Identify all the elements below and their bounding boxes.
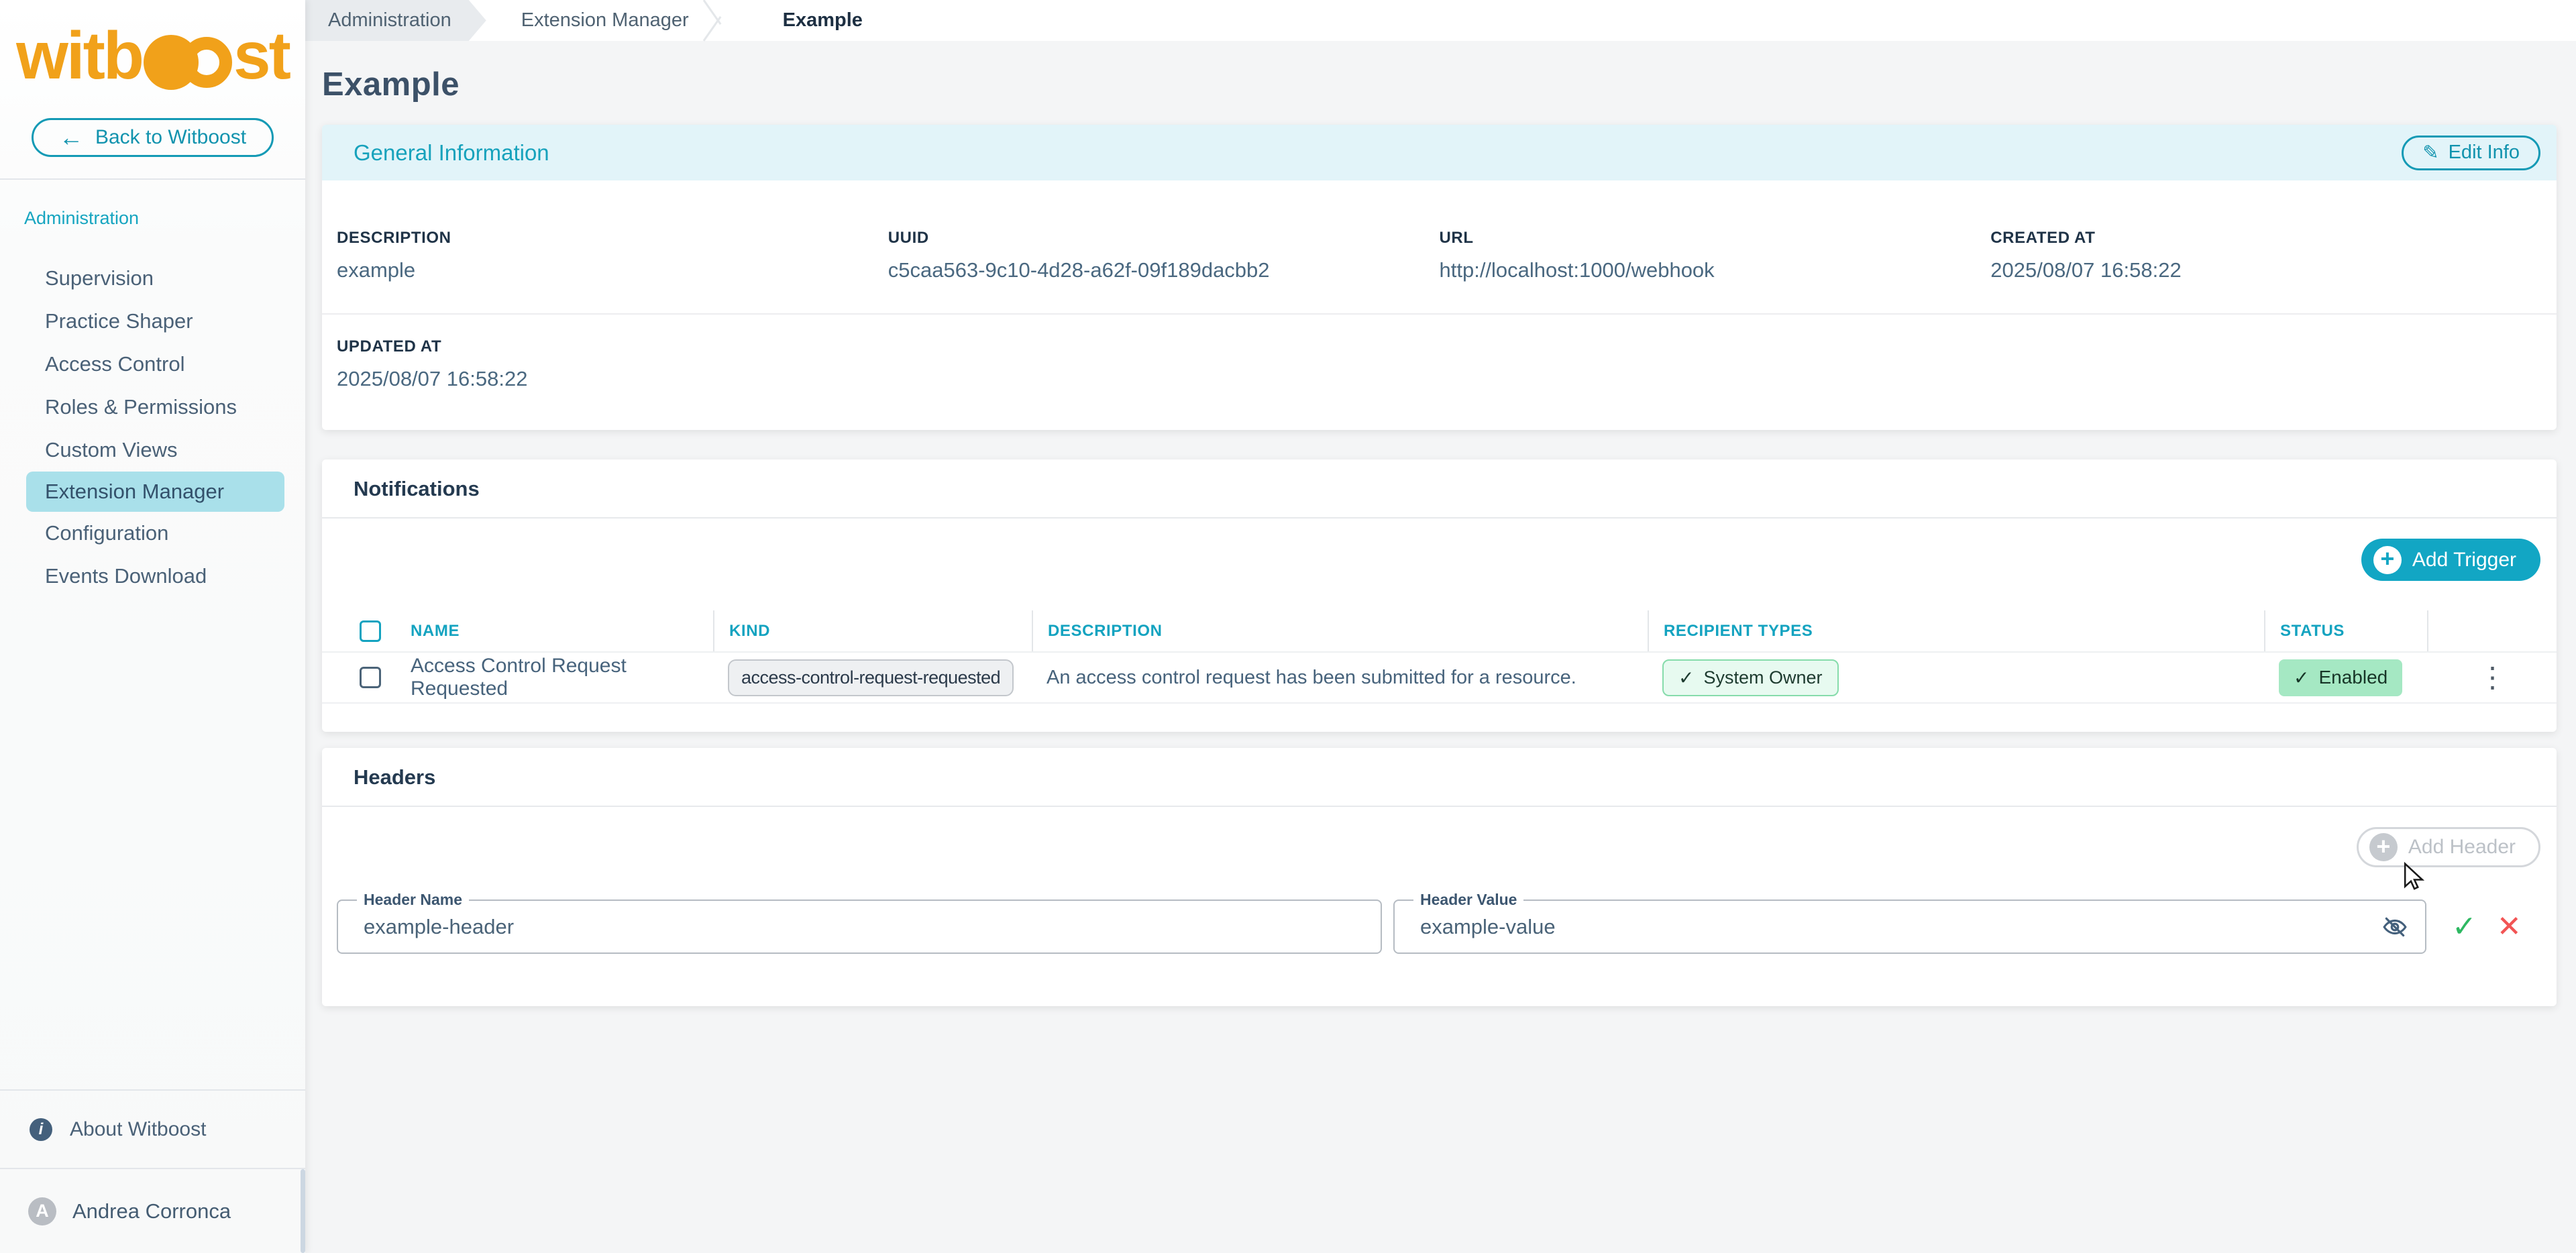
general-information-title: General Information	[354, 140, 549, 166]
about-witboost-button[interactable]: i About Witboost	[0, 1089, 305, 1168]
field-label: CREATED AT	[1990, 229, 2542, 248]
logo-text-left: witb	[16, 17, 142, 95]
table-header-row: NAME KIND DESCRIPTION RECIPIENT TYPES ST…	[322, 610, 2557, 651]
logo-circles-icon	[144, 35, 232, 90]
plus-icon: +	[2373, 546, 2402, 574]
main-area: Administration Extension Manager Example…	[305, 0, 2576, 1253]
column-header-kind[interactable]: KIND	[713, 610, 1032, 651]
sidebar: witb st ← Back to Witboost Administratio…	[0, 0, 305, 1253]
sidebar-item-roles-permissions[interactable]: Roles & Permissions	[0, 386, 305, 429]
row-actions-kebab-icon[interactable]: ⋮	[2479, 663, 2507, 692]
field-label: URL	[1440, 229, 1991, 248]
field-uuid: UUID c5caa563-9c10-4d28-a62f-09f189dacbb…	[888, 229, 1440, 282]
field-label: UUID	[888, 229, 1440, 248]
header-name-label: Header Name	[357, 891, 469, 909]
notifications-card: Notifications + Add Trigger NAME KIND DE…	[322, 459, 2557, 732]
table-row: Access Control Request Requested access-…	[322, 651, 2557, 704]
sidebar-item-practice-shaper[interactable]: Practice Shaper	[0, 300, 305, 343]
sidebar-item-events-download[interactable]: Events Download	[0, 555, 305, 598]
notifications-title: Notifications	[354, 477, 480, 500]
row-description: An access control request has been submi…	[1032, 653, 1648, 702]
breadcrumb-chevron-icon	[720, 0, 740, 41]
general-information-header: General Information ✎ Edit Info	[322, 125, 2557, 180]
field-value: 2025/08/07 16:58:22	[337, 367, 888, 391]
cancel-header-button[interactable]: ✕	[2497, 912, 2522, 942]
sidebar-scrollbar[interactable]	[301, 1169, 305, 1253]
witboost-logo: witb st	[0, 19, 305, 93]
about-witboost-label: About Witboost	[70, 1118, 206, 1141]
breadcrumb: Administration Extension Manager Example	[305, 0, 2576, 41]
column-header-recipient-types[interactable]: RECIPIENT TYPES	[1648, 610, 2264, 651]
check-icon: ✓	[2294, 667, 2309, 689]
recipient-type-chip: ✓ System Owner	[1662, 659, 1839, 696]
general-information-fields-row-2: UPDATED AT 2025/08/07 16:58:22	[322, 315, 2557, 430]
kind-chip: access-control-request-requested	[728, 659, 1014, 696]
user-name: Andrea Corronca	[72, 1199, 231, 1223]
edit-info-label: Edit Info	[2449, 142, 2520, 164]
plus-icon: +	[2369, 833, 2398, 861]
row-name: Access Control Request Requested	[411, 653, 713, 702]
back-to-witboost-button[interactable]: ← Back to Witboost	[32, 118, 274, 157]
edit-pencil-icon: ✎	[2422, 141, 2438, 164]
sidebar-divider	[0, 178, 305, 180]
status-label: Enabled	[2318, 667, 2387, 688]
sidebar-item-custom-views[interactable]: Custom Views	[0, 429, 305, 472]
breadcrumb-extension-manager[interactable]: Extension Manager	[486, 0, 720, 41]
header-value-label: Header Value	[1413, 891, 1523, 909]
headers-card: Headers + Add Header Header Name Header …	[322, 748, 2557, 1006]
sidebar-section-label: Administration	[24, 208, 305, 229]
header-value-input[interactable]	[1395, 901, 2382, 952]
field-created-at: CREATED AT 2025/08/07 16:58:22	[1990, 229, 2542, 282]
field-value: c5caa563-9c10-4d28-a62f-09f189dacbb2	[888, 258, 1440, 282]
general-information-fields-row-1: DESCRIPTION example UUID c5caa563-9c10-4…	[322, 180, 2557, 282]
status-badge: ✓ Enabled	[2279, 659, 2402, 696]
add-trigger-label: Add Trigger	[2412, 549, 2516, 571]
toggle-visibility-button[interactable]	[2382, 914, 2408, 940]
user-menu[interactable]: A Andrea Corronca	[0, 1168, 305, 1253]
row-checkbox[interactable]	[360, 667, 381, 688]
sidebar-item-access-control[interactable]: Access Control	[0, 343, 305, 386]
header-value-field-wrap: Header Value	[1393, 900, 2426, 954]
field-updated-at: UPDATED AT 2025/08/07 16:58:22	[337, 337, 888, 391]
confirm-header-button[interactable]: ✓	[2452, 912, 2477, 942]
avatar: A	[28, 1197, 56, 1225]
add-header-label: Add Header	[2408, 836, 2516, 859]
field-value: example	[337, 258, 888, 282]
back-arrow-icon: ←	[59, 125, 83, 150]
header-name-field-wrap: Header Name	[337, 900, 1382, 954]
column-header-name[interactable]: NAME	[411, 610, 713, 651]
recipient-type-label: System Owner	[1703, 667, 1822, 688]
notifications-table: NAME KIND DESCRIPTION RECIPIENT TYPES ST…	[322, 610, 2557, 704]
page-content: Example General Information ✎ Edit Info …	[305, 66, 2576, 1006]
edit-info-button[interactable]: ✎ Edit Info	[2402, 135, 2540, 170]
breadcrumb-example: Example	[740, 0, 883, 41]
breadcrumb-administration[interactable]: Administration	[305, 0, 486, 41]
sidebar-item-configuration[interactable]: Configuration	[0, 512, 305, 555]
header-edit-row: Header Name Header Value ✓ ✕	[337, 900, 2542, 954]
headers-title: Headers	[354, 765, 435, 789]
field-label: DESCRIPTION	[337, 229, 888, 248]
field-value: 2025/08/07 16:58:22	[1990, 258, 2542, 282]
sidebar-item-extension-manager[interactable]: Extension Manager	[26, 472, 284, 512]
info-icon: i	[30, 1118, 52, 1141]
field-value: http://localhost:1000/webhook	[1440, 258, 1991, 282]
back-button-label: Back to Witboost	[95, 126, 246, 149]
field-label: UPDATED AT	[337, 337, 888, 356]
header-name-input[interactable]	[338, 901, 1381, 952]
sidebar-item-supervision[interactable]: Supervision	[0, 257, 305, 300]
select-all-checkbox[interactable]	[360, 620, 381, 642]
eye-off-icon	[2382, 914, 2408, 940]
add-header-button[interactable]: + Add Header	[2357, 827, 2540, 867]
general-information-card: General Information ✎ Edit Info DESCRIPT…	[322, 125, 2557, 430]
logo-text-right: st	[233, 17, 289, 95]
column-header-description[interactable]: DESCRIPTION	[1032, 610, 1648, 651]
field-url: URL http://localhost:1000/webhook	[1440, 229, 1991, 282]
check-icon: ✓	[1678, 667, 1694, 689]
page-title: Example	[322, 66, 2557, 103]
field-description: DESCRIPTION example	[337, 229, 888, 282]
column-header-status[interactable]: STATUS	[2264, 610, 2428, 651]
add-trigger-button[interactable]: + Add Trigger	[2361, 539, 2540, 581]
sidebar-nav: Supervision Practice Shaper Access Contr…	[0, 257, 305, 598]
